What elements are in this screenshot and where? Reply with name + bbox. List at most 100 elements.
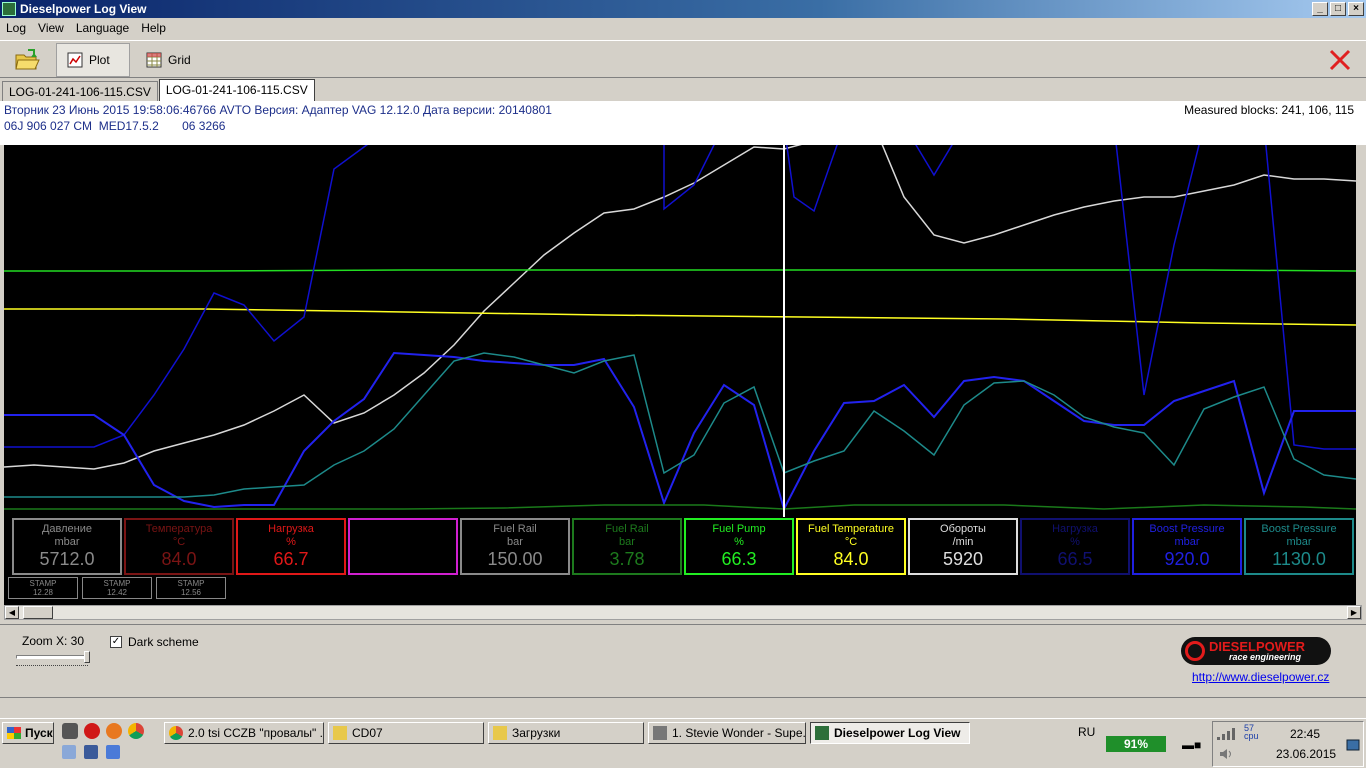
gauge-value: 84.0 — [161, 549, 197, 569]
dark-scheme-checkbox[interactable]: ✓ — [110, 636, 122, 648]
outlook-icon[interactable] — [106, 745, 120, 759]
menu-language[interactable]: Language — [70, 21, 135, 35]
open-file-button[interactable] — [4, 43, 50, 77]
task-downloads[interactable]: Загрузки — [488, 722, 644, 744]
task-label: Загрузки — [512, 726, 561, 740]
calculator-icon[interactable] — [62, 745, 76, 759]
gauge-value: 66.3 — [721, 549, 757, 569]
start-label: Пуск — [25, 726, 53, 740]
menu-log[interactable]: Log — [0, 21, 32, 35]
tab-log-file-1[interactable]: LOG-01-241-106-115.CSV — [2, 81, 158, 101]
gauge-value: 3.78 — [609, 549, 645, 569]
volume-icon[interactable] — [1218, 747, 1234, 761]
gauge-box[interactable]: Нагрузка% 66.5 — [1020, 518, 1130, 575]
task-label: 2.0 tsi CCZB "провалы" ... — [188, 726, 324, 740]
opera-icon[interactable] — [84, 723, 100, 739]
toolbar: Plot Grid — [0, 40, 1366, 78]
folder-icon — [493, 726, 507, 740]
gauge-name: Температура — [145, 523, 213, 535]
dark-scheme-toggle[interactable]: ✓ Dark scheme — [110, 635, 199, 649]
series-line-boost-pressure-2 — [4, 352, 1356, 498]
gauge-box[interactable]: Давление mbar 5712.0 — [12, 518, 122, 575]
maximize-button[interactable]: □ — [1330, 2, 1346, 16]
gauge-panel: Давление mbar 5712.0 Температура °C 84.0 Нагру… — [8, 518, 1356, 576]
task-cd07[interactable]: CD07 — [328, 722, 484, 744]
task-dieselpower[interactable]: Dieselpower Log View — [810, 722, 970, 744]
folder-open-icon — [15, 49, 40, 70]
player-icon — [653, 726, 667, 740]
gauge-box[interactable]: Fuel Temperature °C 84.0 — [796, 518, 906, 575]
show-desktop-icon[interactable] — [1346, 739, 1360, 751]
gauge-value: 66.7 — [273, 549, 309, 569]
gauge-box[interactable]: Нагрузка% 66.7 — [236, 518, 346, 575]
app-icon — [815, 726, 829, 740]
gauge-name: Boost Pressure — [1149, 523, 1225, 535]
ecu-info-line: 06J 906 027 CM MED17.5.2 06 3266 — [4, 119, 226, 133]
zoom-slider-knob[interactable] — [84, 651, 90, 663]
date[interactable]: 23.06.2015 — [1276, 747, 1336, 761]
log-header-line: Вторник 23 Июнь 2015 19:58:06:46766 AVTO… — [4, 103, 552, 117]
menu-view[interactable]: View — [32, 21, 70, 35]
stamp-value: 12.42 — [106, 588, 128, 597]
plot-button[interactable]: Plot — [56, 43, 130, 77]
title-bar: Dieselpower Log View _ □ × — [0, 0, 1366, 18]
stamp-label: STAMP — [103, 579, 131, 588]
grid-button[interactable]: Grid — [136, 43, 201, 77]
battery-indicator[interactable]: 91% — [1106, 736, 1166, 752]
gauge-box[interactable]: Обороты/min 5920 — [908, 518, 1018, 575]
task-label: Dieselpower Log View — [834, 726, 961, 740]
gauge-box[interactable]: Fuel Pump% 66.3 — [684, 518, 794, 575]
grid-label: Grid — [168, 53, 191, 67]
gauge-name: Нагрузка — [268, 523, 314, 535]
gauge-box[interactable]: Boost Pressure mbar 920.0 — [1132, 518, 1242, 575]
gauge-unit: mbar — [1286, 536, 1312, 548]
firefox-icon[interactable] — [106, 723, 122, 739]
scroll-right-arrow-icon[interactable]: ▶ — [1347, 606, 1361, 619]
stamp-value: 12.56 — [180, 588, 202, 597]
minimize-button[interactable]: _ — [1312, 2, 1328, 16]
gauge-box[interactable]: Fuel Rail bar 3.78 — [572, 518, 682, 575]
horizontal-scrollbar[interactable]: ◀ ▶ — [4, 605, 1362, 620]
zoom-slider-track[interactable] — [16, 655, 88, 659]
camera-icon[interactable] — [62, 723, 78, 739]
app-icon — [2, 2, 16, 16]
scroll-thumb[interactable] — [23, 606, 53, 619]
tab-log-file-2[interactable]: LOG-01-241-106-115.CSV — [158, 79, 315, 101]
scroll-left-arrow-icon[interactable]: ◀ — [5, 606, 19, 619]
plot-area[interactable]: Давление mbar 5712.0 Температура °C 84.0 Нагру… — [4, 145, 1356, 605]
start-button[interactable]: Пуск — [2, 722, 54, 744]
stamp-box: STAMP 12.28 — [8, 577, 78, 599]
gauge-box[interactable]: Температура °C 84.0 — [124, 518, 234, 575]
task-chrome[interactable]: 2.0 tsi CCZB "провалы" ... — [164, 722, 324, 744]
gauge-box[interactable]: Boost Pressure mbar 1130.0 — [1244, 518, 1354, 575]
bottom-panel: Zoom X: 30 ✓ Dark scheme DIESELPOWER rac… — [0, 624, 1366, 696]
gauge-unit: mbar — [54, 536, 80, 548]
gauge-box[interactable] — [348, 518, 458, 575]
gauge-unit: % — [286, 536, 296, 548]
chrome-icon — [169, 726, 183, 740]
chrome-icon[interactable] — [128, 723, 144, 739]
media-icon[interactable] — [84, 745, 98, 759]
gauge-value: 1130.0 — [1272, 549, 1326, 569]
clock[interactable]: 22:45 — [1290, 727, 1320, 741]
gauge-name: Fuel Rail — [493, 523, 537, 535]
language-indicator[interactable]: RU — [1078, 725, 1095, 739]
status-bar — [0, 697, 1366, 715]
cpu-meter: 57 cpu — [1244, 724, 1259, 741]
menu-help[interactable]: Help — [135, 21, 172, 35]
gauge-box[interactable]: Fuel Rail bar 150.00 — [460, 518, 570, 575]
dieselpower-logo: DIESELPOWER race engineering — [1181, 637, 1331, 665]
close-log-button[interactable] — [1318, 43, 1362, 77]
website-link[interactable]: http://www.dieselpower.cz — [1192, 670, 1329, 684]
task-player[interactable]: 1. Stevie Wonder - Supe... — [648, 722, 806, 744]
series-line-nagruzka — [4, 145, 1356, 450]
signal-icon — [1217, 728, 1235, 740]
grid-icon — [146, 52, 162, 68]
gauge-name: Давление — [41, 523, 93, 535]
taskbar: Пуск 2.0 tsi CCZB "провалы" ... CD07 Заг… — [0, 718, 1366, 768]
folder-icon — [333, 726, 347, 740]
close-window-button[interactable]: × — [1348, 2, 1364, 16]
zoom-slider[interactable] — [16, 651, 90, 669]
log-info-panel: Вторник 23 Июнь 2015 19:58:06:46766 AVTO… — [0, 101, 1366, 145]
gauge-value: 150.00 — [487, 549, 543, 569]
